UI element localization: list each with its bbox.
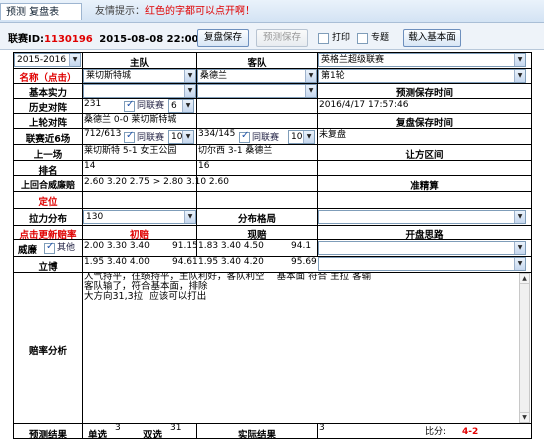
- chevron-down-icon: ▼: [514, 211, 525, 223]
- chevron-down-icon: ▼: [184, 211, 195, 223]
- away-team-select[interactable]: 桑德兰 ▼: [197, 69, 317, 83]
- libo-final: 1.95 3.40 4.20 95.69: [198, 257, 317, 267]
- chevron-down-icon: ▼: [69, 54, 80, 66]
- handicap-label: 让方区间: [405, 150, 444, 161]
- away-column-header: 客队: [247, 58, 267, 69]
- chevron-down-icon: ▼: [514, 54, 525, 66]
- rank-label: 排名: [38, 166, 58, 177]
- name-link[interactable]: 名称（点击）: [14, 70, 82, 84]
- league-id-row: 联赛ID:1130196 2015-08-08 22:00: [8, 34, 199, 45]
- update-odds-link[interactable]: 点击更新赔率: [14, 227, 82, 241]
- accuracy-label: 准精算: [410, 181, 439, 192]
- final-odds-header: 现赔: [247, 230, 267, 241]
- topic-checkbox[interactable]: [357, 33, 368, 44]
- chevron-down-icon: ▼: [303, 131, 314, 143]
- print-label: 打印: [332, 33, 351, 43]
- libo-thought-select[interactable]: ▼: [318, 257, 526, 271]
- double-value: 31: [170, 423, 182, 433]
- round-select[interactable]: 第1轮 ▼: [318, 69, 526, 83]
- chevron-down-icon: ▼: [305, 70, 316, 82]
- distribution-select[interactable]: ▼: [318, 210, 526, 224]
- chevron-down-icon: ▼: [184, 85, 195, 97]
- last-match-label: 上一场: [33, 150, 63, 161]
- double-label: 双选: [143, 430, 163, 439]
- tab-predict-review[interactable]: 预测 复盘表: [0, 3, 82, 20]
- other-checkbox[interactable]: [44, 241, 55, 254]
- weilian-final: 1.83 3.40 4.50 94.1: [198, 241, 312, 251]
- last-match-home: 莱切斯特 5-1 女王公园: [84, 146, 177, 156]
- position-link[interactable]: 定位: [14, 194, 82, 208]
- score-label: 比分:: [425, 427, 447, 437]
- save-predict-button[interactable]: 预测保存: [256, 29, 308, 47]
- chevron-down-icon: ▼: [514, 70, 525, 82]
- chevron-down-icon: ▼: [182, 131, 193, 143]
- predict-result-label: 预测结果: [28, 430, 67, 439]
- chevron-down-icon: ▼: [514, 242, 525, 254]
- chevron-down-icon: ▼: [514, 258, 525, 270]
- rank-away: 16: [198, 161, 210, 171]
- review-time-label: 复盘保存时间: [395, 118, 453, 129]
- weilian-label: 威廉: [18, 245, 38, 256]
- load-basic-button[interactable]: 载入基本面: [403, 29, 461, 47]
- weilian-initial: 2.00 3.30 3.40 91.15: [84, 241, 198, 251]
- last-asian-label: 上回合威廉赔: [20, 181, 75, 191]
- home-basic-select[interactable]: ▼: [83, 84, 196, 98]
- libo-label: 立博: [38, 262, 58, 273]
- other-label: 其他: [57, 243, 76, 253]
- history-count-select[interactable]: 6 ▼: [168, 99, 194, 113]
- scroll-down-icon[interactable]: ▼: [520, 412, 529, 422]
- print-checkbox[interactable]: [318, 33, 329, 44]
- scroll-up-icon[interactable]: ▲: [520, 274, 529, 284]
- same-league-label: 同联赛: [137, 101, 165, 111]
- recent6-home-same-league-checkbox[interactable]: [124, 130, 135, 143]
- league-select[interactable]: 英格兰超级联赛 ▼: [318, 53, 526, 67]
- last-round-text: 桑德兰 0-0 莱切斯特城: [84, 115, 177, 125]
- home-column-header: 主队: [129, 58, 149, 69]
- chevron-down-icon: ▼: [305, 85, 316, 97]
- away-basic-select[interactable]: ▼: [197, 84, 317, 98]
- score-value: 4-2: [462, 427, 479, 437]
- tip-text: 友情提示：红色的字都可以点开啊！: [95, 6, 255, 17]
- recent6-label: 联赛近6场: [25, 134, 71, 145]
- last-round-label: 上轮对阵: [28, 118, 67, 129]
- history-count: 231: [84, 99, 102, 109]
- recent6-home-select[interactable]: 10 ▼: [168, 130, 194, 144]
- single-label: 单选: [88, 430, 108, 439]
- single-value: 3: [115, 423, 121, 433]
- rank-home: 14: [84, 161, 96, 171]
- same-league-label: 同联赛: [252, 133, 280, 143]
- initial-odds-header: 初赔: [129, 230, 149, 241]
- chevron-down-icon: ▼: [184, 70, 195, 82]
- pull-label: 拉力分布: [28, 214, 67, 225]
- predict-time-value: 2016/4/17 17:57:46: [319, 100, 409, 110]
- actual-result-value: 3: [319, 423, 325, 433]
- actual-result-label: 实际结果: [237, 430, 276, 439]
- analysis-label: 赔率分析: [28, 346, 67, 357]
- basic-strength-label: 基本实力: [28, 88, 67, 99]
- review-status: 未复盘: [319, 130, 347, 140]
- analysis-scrollbar[interactable]: ▲ ▼: [519, 273, 530, 423]
- libo-initial: 1.95 3.40 4.00 94.61: [84, 257, 198, 267]
- open-thought-label: 开盘思路: [405, 230, 444, 241]
- analysis-textarea[interactable]: 人气持平，往绩持平，主队利好，客队利空 基本面 符合 主拉 客输 客队输了，符合…: [84, 272, 517, 422]
- home-team-select[interactable]: 莱切斯特城 ▼: [83, 69, 196, 83]
- distribution-label: 分布格局: [237, 214, 276, 225]
- asian-odds: 2.60 3.20 2.75 > 2.80 3.10 2.60: [84, 177, 229, 187]
- recent6-home: 712/613: [84, 129, 122, 139]
- last-match-away: 切尔西 3-1 桑德兰: [198, 146, 273, 156]
- recent6-away-select[interactable]: 10 ▼: [288, 130, 315, 144]
- recent6-away-same-league-checkbox[interactable]: [239, 130, 250, 143]
- season-select[interactable]: 2015-2016 ▼: [14, 53, 81, 67]
- chevron-down-icon: ▼: [182, 100, 193, 112]
- open-thought-select[interactable]: ▼: [318, 241, 526, 255]
- pull-select[interactable]: 130 ▼: [83, 210, 196, 224]
- same-league-label: 同联赛: [137, 133, 165, 143]
- topic-label: 专题: [371, 33, 390, 43]
- recent6-away: 334/145: [198, 129, 236, 139]
- predict-time-label: 预测保存时间: [395, 88, 453, 99]
- save-review-button[interactable]: 复盘保存: [197, 29, 249, 47]
- history-same-league-checkbox[interactable]: [124, 99, 135, 112]
- history-label: 历史对阵: [28, 103, 67, 114]
